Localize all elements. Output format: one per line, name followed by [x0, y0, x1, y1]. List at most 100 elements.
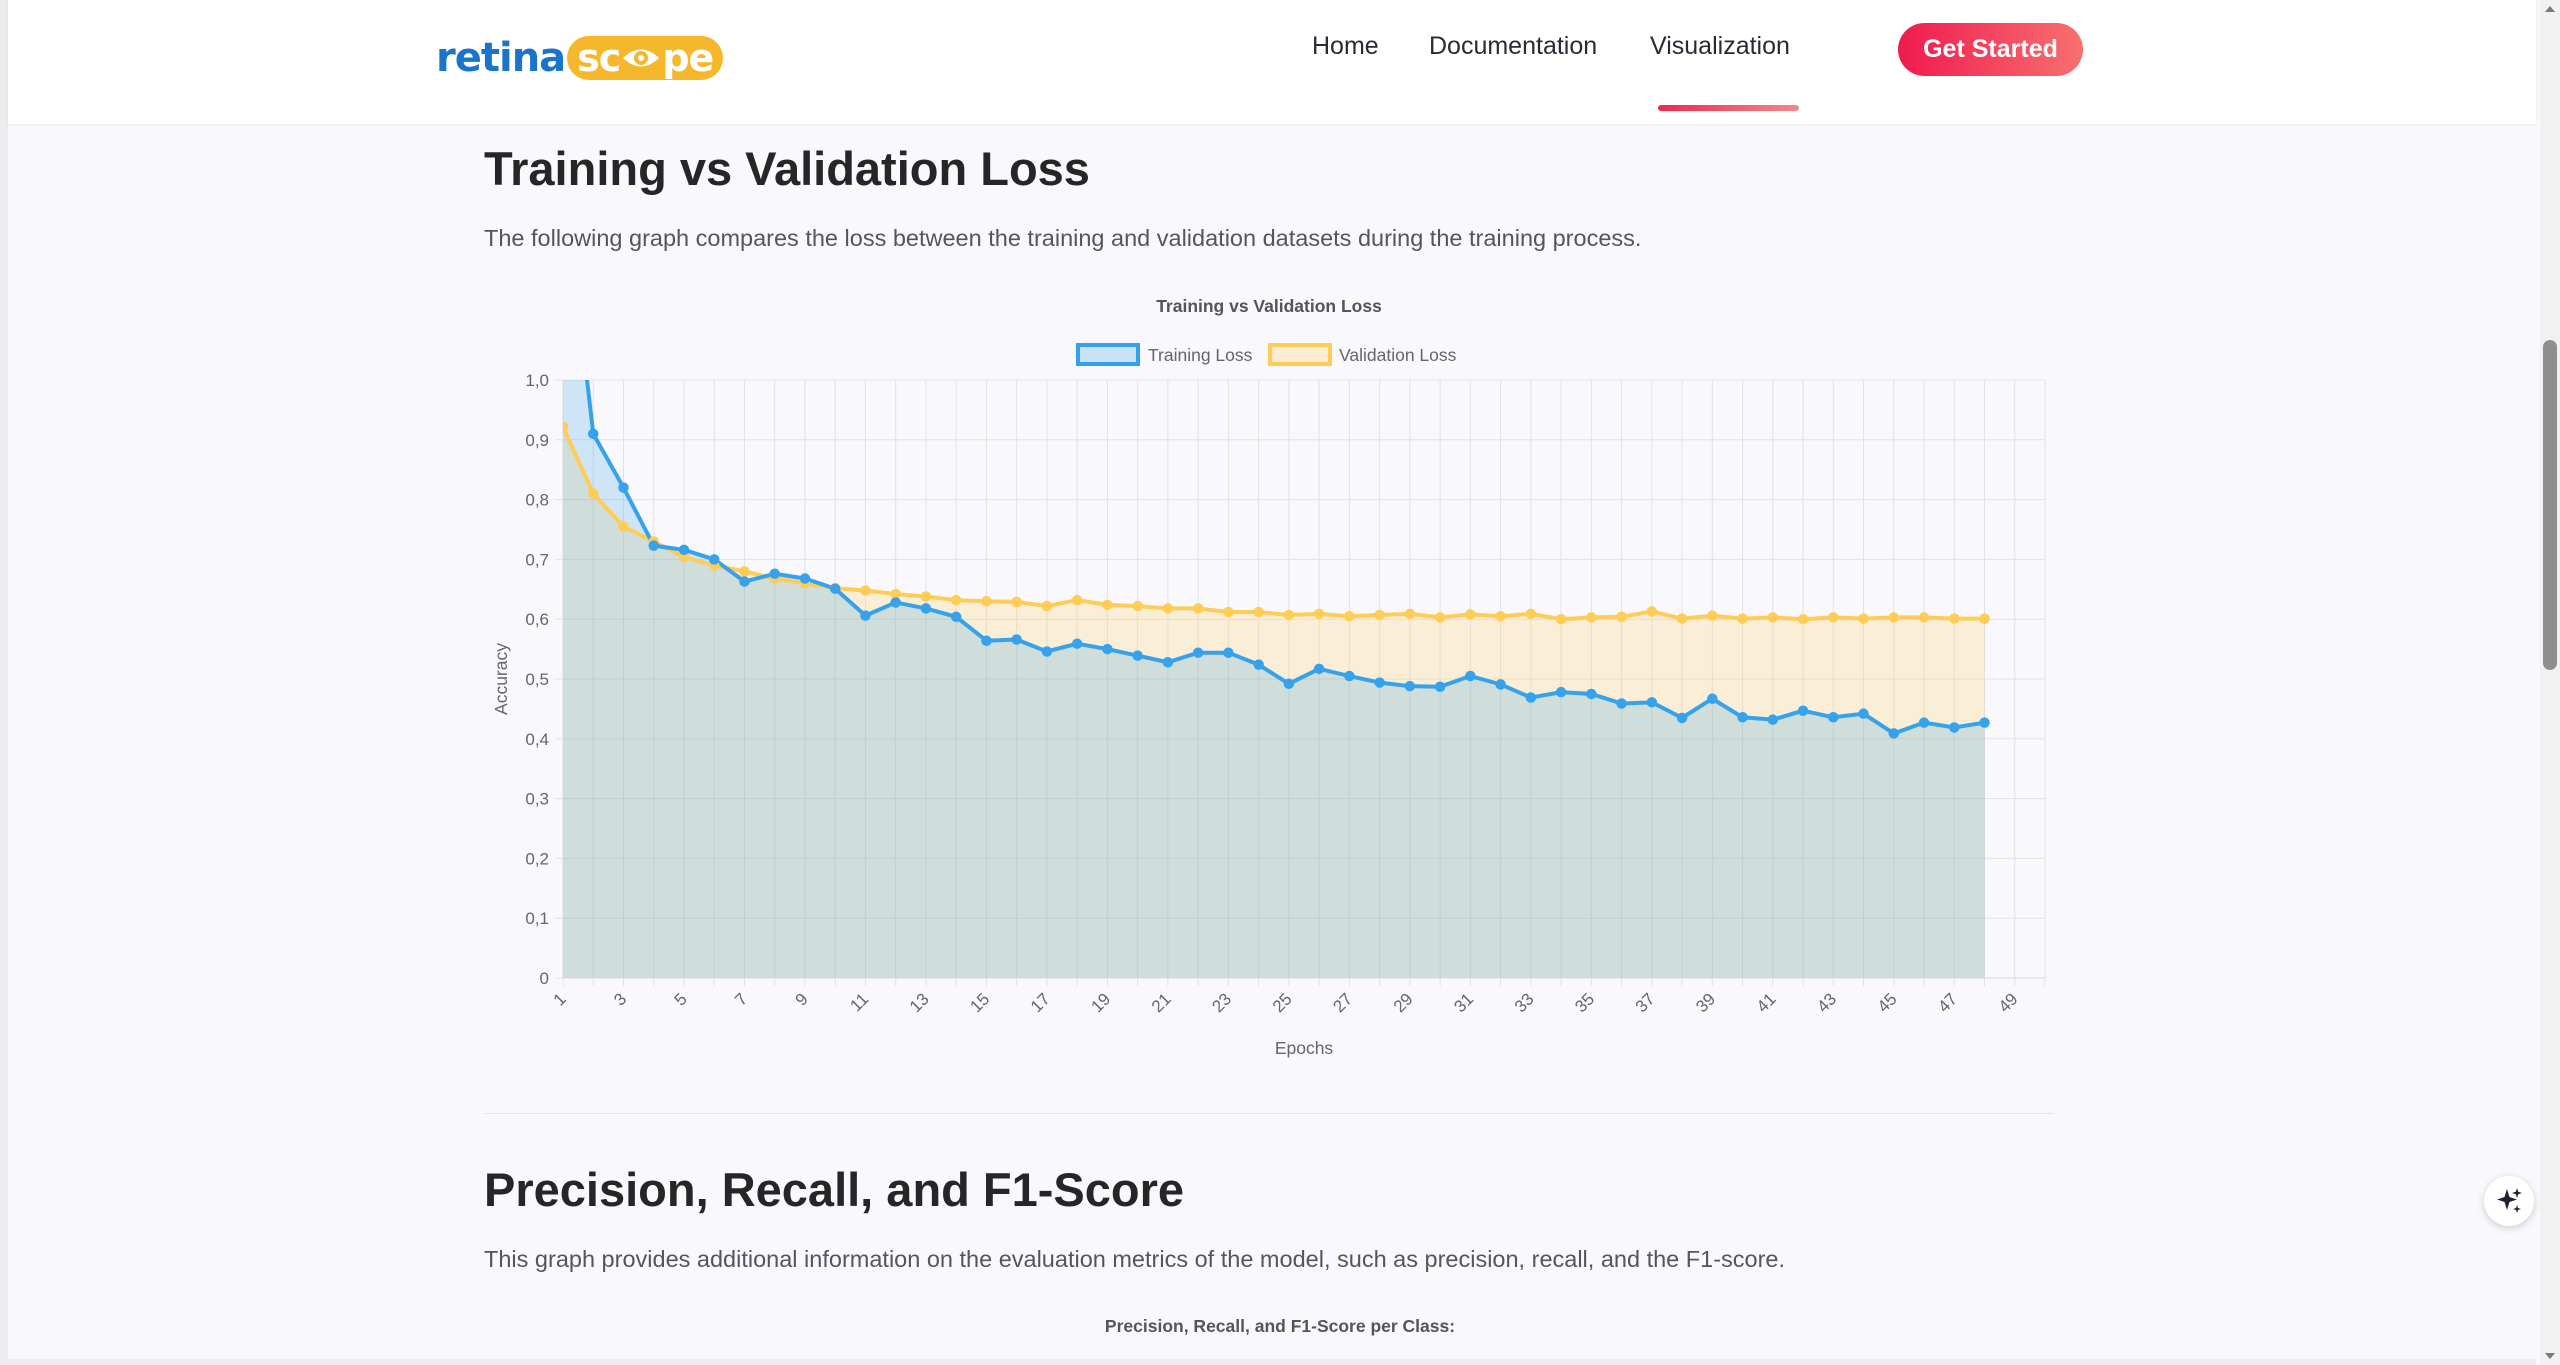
training-loss-point: [1646, 697, 1658, 708]
x-tick-label: 5: [671, 989, 691, 1009]
training-loss-point: [1011, 634, 1022, 645]
training-loss-point: [1495, 679, 1506, 690]
logo-text-retina: retina: [436, 35, 566, 81]
validation-loss-point: [1646, 606, 1658, 617]
training-loss-point: [1555, 686, 1567, 698]
training-loss-point: [1797, 705, 1809, 716]
validation-loss-point: [1586, 612, 1597, 623]
validation-loss-point: [1253, 606, 1264, 618]
training-loss-point: [829, 583, 841, 594]
validation-loss-point: [1707, 610, 1718, 621]
x-tick-label: 29: [1390, 989, 1417, 1016]
training-loss-point: [1434, 681, 1446, 693]
x-tick-label: 7: [731, 989, 751, 1009]
training-loss-point: [1102, 643, 1113, 655]
validation-loss-point: [1102, 599, 1113, 611]
training-loss-point: [890, 597, 901, 608]
training-loss-point: [1223, 647, 1234, 658]
x-tick-label: 23: [1208, 989, 1235, 1016]
validation-loss-point: [1495, 610, 1506, 622]
training-loss-point: [1918, 717, 1930, 728]
nav-home[interactable]: Home: [1312, 32, 1379, 61]
training-loss-point: [1737, 712, 1748, 723]
validation-loss-point: [1374, 609, 1385, 621]
validation-loss-point: [1011, 596, 1022, 608]
get-started-button[interactable]: Get Started: [1898, 23, 2083, 76]
training-loss-point: [1616, 698, 1627, 709]
x-tick-label: 39: [1692, 989, 1719, 1016]
x-tick-label: 13: [906, 989, 933, 1016]
x-tick-label: 33: [1511, 989, 1538, 1016]
y-tick-label: 0: [540, 969, 549, 988]
x-tick-label: 37: [1632, 989, 1659, 1016]
x-axis-title: Epochs: [1275, 1038, 1334, 1058]
validation-loss-point: [981, 596, 992, 607]
validation-loss-point: [1797, 613, 1809, 625]
logo-text-pe: pe: [662, 36, 714, 80]
x-tick-label: 27: [1329, 989, 1356, 1016]
training-loss-point: [1979, 717, 1990, 728]
training-loss-point: [1404, 680, 1416, 692]
validation-loss-point: [1555, 613, 1567, 625]
scroll-up-arrow[interactable]: [2545, 6, 2555, 12]
training-loss-point: [1071, 638, 1083, 649]
logo[interactable]: retina sc pe: [436, 32, 724, 84]
validation-loss-point: [1313, 608, 1325, 620]
validation-loss-point: [1434, 612, 1446, 623]
validation-loss-point: [1918, 612, 1930, 623]
nav-active-indicator: [1658, 105, 1799, 111]
x-tick-label: 1: [550, 989, 570, 1009]
validation-loss-point: [563, 421, 569, 432]
y-tick-label: 0,2: [525, 849, 549, 868]
x-tick-label: 47: [1934, 989, 1961, 1016]
training-loss-point: [559, 166, 568, 175]
validation-loss-point: [1404, 608, 1416, 620]
x-tick-label: 31: [1450, 989, 1477, 1016]
prf-chart-title: Precision, Recall, and F1-Score per Clas…: [1104, 1316, 1456, 1336]
training-loss-point: [708, 554, 720, 565]
validation-loss-point: [1344, 610, 1355, 622]
training-loss-point: [1041, 646, 1053, 657]
training-loss-point: [1374, 677, 1385, 688]
training-loss-point: [860, 610, 871, 621]
eye-icon: [623, 49, 660, 67]
scroll-down-arrow[interactable]: [2545, 1353, 2555, 1359]
validation-loss-point: [1828, 612, 1839, 623]
validation-loss-point: [1162, 603, 1174, 614]
x-tick-label: 25: [1269, 989, 1296, 1016]
validation-loss-point: [1767, 612, 1779, 623]
x-tick-label: 11: [846, 989, 872, 1015]
validation-loss-point: [1949, 613, 1960, 624]
page-scrollbar[interactable]: [2540, 0, 2560, 1365]
training-loss-point: [981, 635, 992, 646]
ai-assistant-button[interactable]: [2484, 1176, 2534, 1226]
scroll-thumb[interactable]: [2543, 340, 2557, 670]
x-tick-label: 19: [1087, 989, 1114, 1016]
training-loss-point: [1707, 693, 1718, 704]
y-tick-label: 0,3: [525, 790, 549, 809]
validation-loss-point: [1283, 609, 1295, 621]
validation-loss-point: [1525, 608, 1537, 620]
training-loss-point: [1586, 688, 1597, 700]
section-divider: [484, 1113, 2054, 1114]
training-loss-point: [1132, 650, 1143, 661]
x-tick-label: 21: [1148, 989, 1175, 1016]
nav-visualization[interactable]: Visualization: [1650, 32, 1790, 61]
prf-section-description: This graph provides additional informati…: [484, 1246, 1786, 1272]
legend-training-loss-label: Training Loss: [1148, 345, 1253, 365]
validation-loss-point: [1979, 613, 1990, 624]
training-loss-point: [1253, 659, 1264, 670]
validation-loss-point: [739, 566, 750, 577]
validation-loss-point: [1858, 613, 1869, 624]
training-loss-point: [1767, 714, 1779, 725]
x-tick-label: 17: [1027, 989, 1054, 1016]
nav-documentation[interactable]: Documentation: [1429, 32, 1597, 61]
validation-loss-point: [618, 521, 629, 532]
validation-loss-point: [950, 594, 962, 606]
validation-loss-point: [1676, 613, 1688, 624]
site-header: retina sc pe Home Documentation Visualiz…: [8, 0, 2536, 124]
legend-validation-loss-label: Validation Loss: [1339, 345, 1457, 365]
validation-loss-point: [1737, 613, 1748, 624]
y-tick-label: 0,6: [525, 610, 549, 629]
validation-loss-point: [920, 591, 932, 602]
